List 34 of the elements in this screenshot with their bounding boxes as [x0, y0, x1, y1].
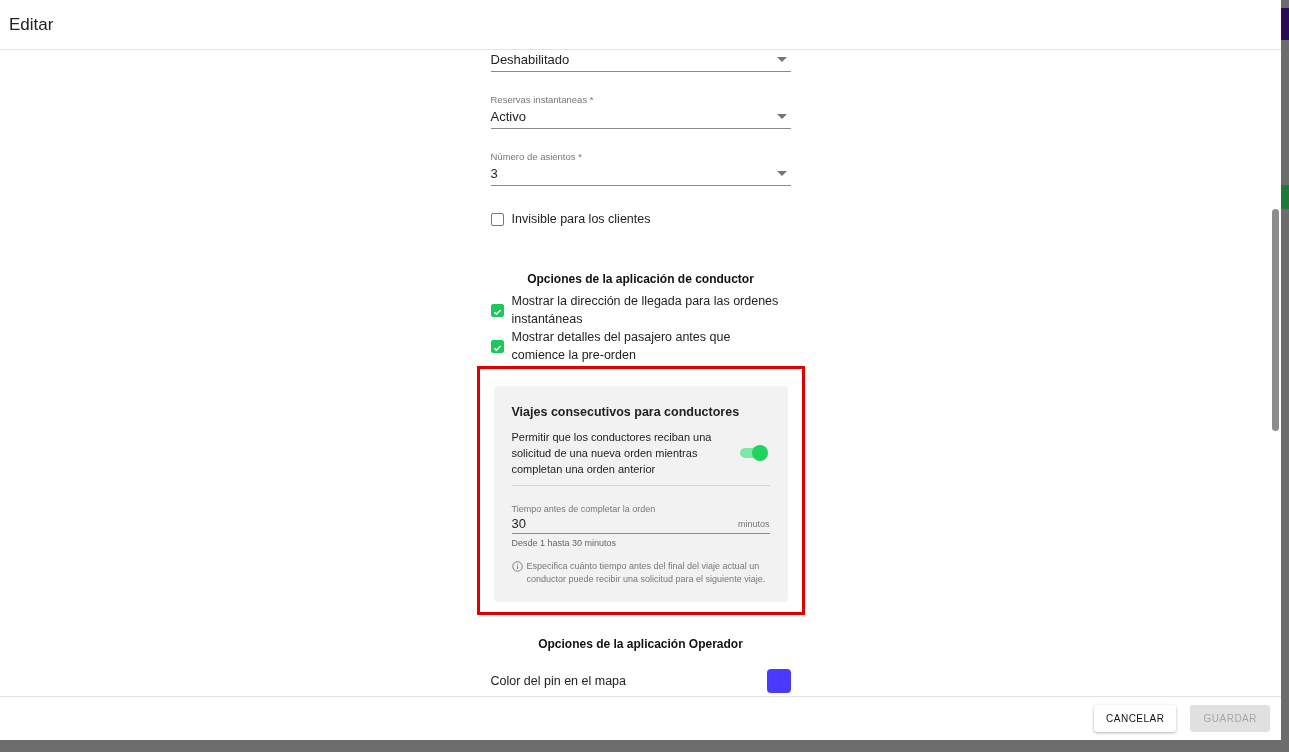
checkbox[interactable]	[490, 339, 504, 353]
unit-label: minutos	[738, 518, 770, 529]
pin-color-label: Color del pin en el mapa	[490, 674, 626, 688]
field-value: Deshabilitado	[490, 52, 570, 67]
field-label: Reservas instantaneas *	[490, 94, 595, 105]
checkbox-label: Mostrar detalles del pasajero antes que comience la pre-orden	[511, 329, 732, 364]
section-title: Opciones de la aplicación de conductor	[526, 272, 755, 286]
checkbox[interactable]	[490, 212, 504, 226]
dialog-button[interactable]: CANCELAR	[1094, 705, 1177, 732]
caret-icon	[776, 57, 787, 62]
field-label: Tiempo antes de completar la orden	[511, 504, 656, 514]
caret-icon	[776, 114, 787, 119]
caret-icon	[776, 171, 787, 176]
select-field[interactable]: Deshabilitado	[490, 52, 791, 72]
field-value: Activo	[490, 109, 526, 124]
info-text: Especifica cuánto tiempo antes del final del viaje actual un conductor puede recibir una solicitud para el siguiente viaje.	[526, 560, 767, 586]
select-field[interactable]: Reservas instantaneas * Activo	[490, 94, 791, 129]
checkbox-label: Invisible para los clientes	[511, 211, 652, 228]
info-icon	[511, 561, 523, 572]
color-swatch[interactable]	[766, 669, 791, 693]
card-title: Viajes consecutivos para conductores	[511, 405, 741, 419]
field-value: 3	[490, 166, 498, 181]
field-value: 30	[511, 516, 526, 531]
scrollbar-thumb[interactable]	[1272, 209, 1279, 431]
checkbox[interactable]	[490, 303, 504, 317]
section-title: Opciones de la aplicación Operador	[537, 637, 744, 651]
toggle-label: Permitir que los conductores reciban una solicitud de una nueva orden mientras completan una orden anterior	[511, 430, 713, 477]
checkbox-label: Mostrar la dirección de llegada para las ordenes instantáneas	[511, 293, 780, 328]
time-input-field[interactable]: Tiempo antes de completar la orden 30 minutos	[511, 498, 770, 534]
field-label: Número de asientos *	[490, 151, 583, 162]
background-app-bar	[1281, 8, 1289, 40]
helper-text: Desde 1 hasta 30 minutos	[511, 538, 618, 548]
dialog-title: Editar	[9, 14, 54, 35]
select-field[interactable]: Número de asientos * 3	[490, 151, 791, 186]
